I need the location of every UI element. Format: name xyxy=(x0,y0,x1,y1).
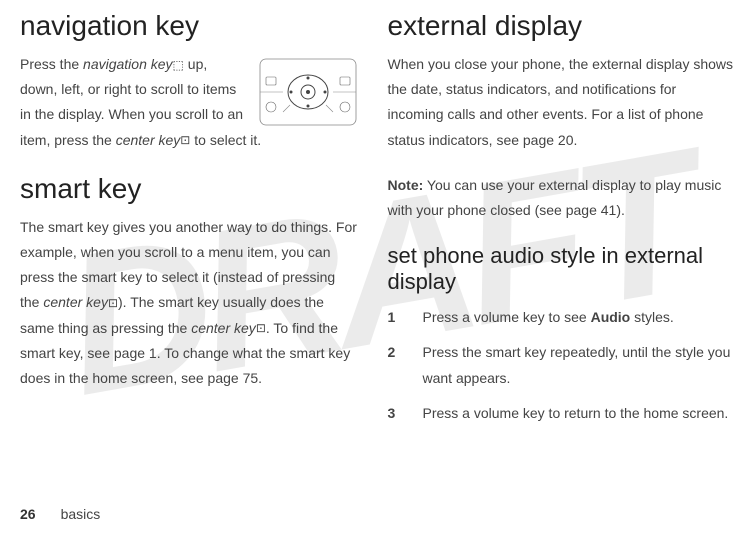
step-number: 1 xyxy=(388,305,423,330)
text: styles. xyxy=(630,309,674,325)
audio-style-steps: 1 Press a volume key to see Audio styles… xyxy=(388,305,736,426)
step-2: 2 Press the smart key repeatedly, until … xyxy=(388,340,736,390)
step-text: Press a volume key to see Audio styles. xyxy=(423,305,674,330)
audio-label: Audio xyxy=(591,309,631,325)
page-number: 26 xyxy=(20,506,36,522)
external-display-note: Note: You can use your external display … xyxy=(388,173,736,223)
left-column: navigation key xyxy=(20,10,378,436)
nav-key-icon: ⬚ xyxy=(173,55,184,77)
text: Press the xyxy=(20,56,83,72)
center-key-icon: ⊡ xyxy=(180,130,190,152)
step-number: 2 xyxy=(388,340,423,390)
page-content: navigation key xyxy=(0,0,755,456)
nav-key-term: navigation key xyxy=(83,56,173,72)
center-key-icon: ⊡ xyxy=(256,318,266,340)
external-display-section: external display When you close your pho… xyxy=(388,10,736,223)
step-number: 3 xyxy=(388,401,423,426)
text: Press a volume key to see xyxy=(423,309,591,325)
step-text: Press a volume key to return to the home… xyxy=(423,401,729,426)
step-text: Press the smart key repeatedly, until th… xyxy=(423,340,736,390)
smart-key-section: smart key The smart key gives you anothe… xyxy=(20,173,358,391)
navigation-key-illustration xyxy=(258,57,358,127)
center-key-term: center key xyxy=(116,132,181,148)
audio-style-heading: set phone audio style in external displa… xyxy=(388,243,736,295)
note-body: You can use your external display to pla… xyxy=(388,177,722,218)
center-key-term: center key xyxy=(43,294,108,310)
center-key-icon: ⊡ xyxy=(108,293,118,315)
navigation-key-heading: navigation key xyxy=(20,10,358,42)
section-label: basics xyxy=(61,506,101,522)
external-display-body: When you close your phone, the external … xyxy=(388,52,736,153)
smart-key-heading: smart key xyxy=(20,173,358,205)
step-3: 3 Press a volume key to return to the ho… xyxy=(388,401,736,426)
right-column: external display When you close your pho… xyxy=(378,10,736,436)
navigation-key-section: navigation key xyxy=(20,10,358,153)
step-1: 1 Press a volume key to see Audio styles… xyxy=(388,305,736,330)
smart-key-body: The smart key gives you another way to d… xyxy=(20,215,358,391)
external-display-heading: external display xyxy=(388,10,736,42)
center-key-term: center key xyxy=(191,320,256,336)
audio-style-section: set phone audio style in external displa… xyxy=(388,243,736,426)
text: to select it. xyxy=(190,132,261,148)
page-footer: 26 basics xyxy=(20,506,100,522)
note-label: Note: xyxy=(388,177,424,193)
